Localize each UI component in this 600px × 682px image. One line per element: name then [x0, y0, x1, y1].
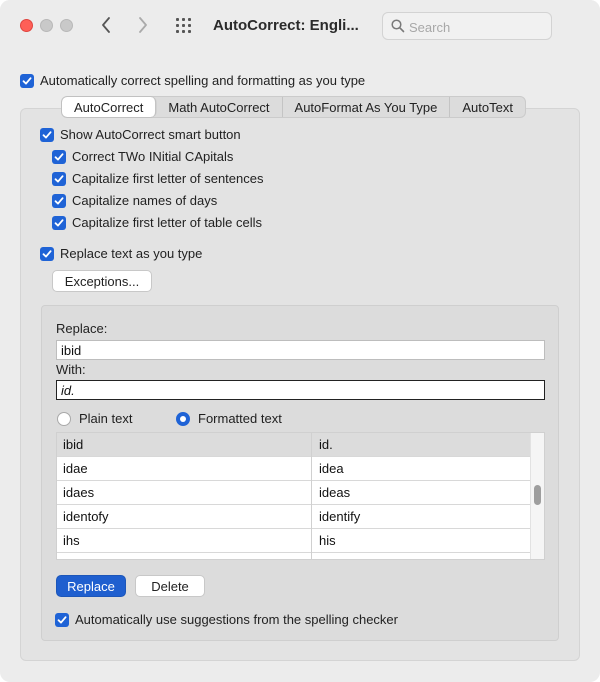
- auto-suggestions-label: Automatically use suggestions from the s…: [75, 612, 398, 627]
- checkmark-icon: [52, 149, 66, 164]
- checkmark-icon: [20, 73, 34, 88]
- with-cell: kind: [319, 557, 343, 559]
- toolbar: AutoCorrect: Engli...: [0, 0, 600, 52]
- replace-cell: ilnd: [63, 557, 83, 559]
- replace-cell: ihs: [63, 533, 80, 548]
- auto-suggestions-checkbox[interactable]: Automatically use suggestions from the s…: [55, 612, 398, 627]
- capitalize-days-checkbox[interactable]: Capitalize names of days: [52, 193, 217, 208]
- checkmark-icon: [52, 215, 66, 230]
- replace-text-label: Replace text as you type: [60, 246, 203, 261]
- table-row[interactable]: idaes ideas: [57, 481, 544, 505]
- replacement-table[interactable]: ibid id. idae idea idaes ideas identofy …: [56, 432, 545, 560]
- capitalize-days-label: Capitalize names of days: [72, 193, 218, 208]
- search-field[interactable]: [382, 12, 552, 40]
- with-cell: idea: [319, 461, 344, 476]
- replace-cell: identofy: [63, 509, 109, 524]
- checkmark-icon: [40, 127, 54, 142]
- exceptions-button[interactable]: Exceptions...: [52, 270, 152, 292]
- checkmark-icon: [40, 246, 54, 261]
- show-all-button[interactable]: [174, 16, 196, 36]
- auto-correct-spelling-label: Automatically correct spelling and forma…: [40, 73, 366, 88]
- table-row[interactable]: ihs his: [57, 529, 544, 553]
- with-cell: his: [319, 533, 336, 548]
- autocorrect-window: AutoCorrect: Engli... Automatically corr…: [0, 0, 600, 682]
- tab-math-autocorrect[interactable]: Math AutoCorrect: [156, 97, 283, 117]
- scrollbar-thumb[interactable]: [534, 485, 541, 505]
- capitalize-table-cells-checkbox[interactable]: Capitalize first letter of table cells: [52, 215, 262, 230]
- table-row[interactable]: ibid id.: [57, 433, 544, 457]
- formatted-text-radio[interactable]: Formatted text: [176, 411, 282, 426]
- with-input[interactable]: id.: [56, 380, 545, 400]
- chevron-right-icon: [139, 17, 147, 33]
- zoom-window-button[interactable]: [60, 19, 73, 32]
- minimize-window-button[interactable]: [40, 19, 53, 32]
- show-smart-button-checkbox[interactable]: Show AutoCorrect smart button: [40, 127, 241, 142]
- tab-autoformat-as-you-type[interactable]: AutoFormat As You Type: [283, 97, 451, 117]
- close-window-button[interactable]: [20, 19, 33, 32]
- plain-text-radio[interactable]: Plain text: [57, 411, 132, 426]
- tab-autocorrect[interactable]: AutoCorrect: [62, 97, 157, 117]
- table-row[interactable]: idae idea: [57, 457, 544, 481]
- replace-label: Replace:: [56, 321, 108, 336]
- chevron-left-icon: [102, 17, 110, 33]
- search-input[interactable]: [409, 17, 547, 37]
- checkmark-icon: [55, 612, 69, 627]
- table-row[interactable]: ilnd kind: [57, 553, 544, 559]
- replace-input[interactable]: ibid: [56, 340, 545, 360]
- tab-autotext[interactable]: AutoText: [450, 97, 525, 117]
- table-row[interactable]: identofy identify: [57, 505, 544, 529]
- back-button[interactable]: [94, 12, 118, 38]
- window-title: AutoCorrect: Engli...: [213, 17, 359, 34]
- replace-text-checkbox[interactable]: Replace text as you type: [40, 246, 202, 261]
- replace-cell: idaes: [63, 485, 95, 500]
- capitalize-sentences-label: Capitalize first letter of sentences: [72, 171, 264, 186]
- checkmark-icon: [52, 193, 66, 208]
- tab-bar: AutoCorrect Math AutoCorrect AutoFormat …: [61, 96, 526, 118]
- with-cell: ideas: [319, 485, 351, 500]
- replace-cell: idae: [63, 461, 88, 476]
- correct-two-initial-label: Correct TWo INitial CApitals: [72, 149, 234, 164]
- plain-text-label: Plain text: [79, 411, 133, 426]
- delete-button[interactable]: Delete: [135, 575, 205, 597]
- with-label: With:: [56, 362, 86, 377]
- with-cell: id.: [319, 437, 333, 452]
- replace-button[interactable]: Replace: [56, 575, 126, 597]
- search-icon: [391, 19, 405, 33]
- column-divider: [311, 433, 312, 559]
- checkmark-icon: [52, 171, 66, 186]
- capitalize-sentences-checkbox[interactable]: Capitalize first letter of sentences: [52, 171, 263, 186]
- correct-two-initial-checkbox[interactable]: Correct TWo INitial CApitals: [52, 149, 233, 164]
- capitalize-table-cells-label: Capitalize first letter of table cells: [72, 215, 263, 230]
- auto-correct-spelling-checkbox[interactable]: Automatically correct spelling and forma…: [20, 73, 365, 88]
- with-cell: identify: [319, 509, 361, 524]
- show-smart-button-label: Show AutoCorrect smart button: [60, 127, 241, 142]
- replace-cell: ibid: [63, 437, 84, 452]
- formatted-text-label: Formatted text: [198, 411, 282, 426]
- forward-button[interactable]: [131, 12, 155, 38]
